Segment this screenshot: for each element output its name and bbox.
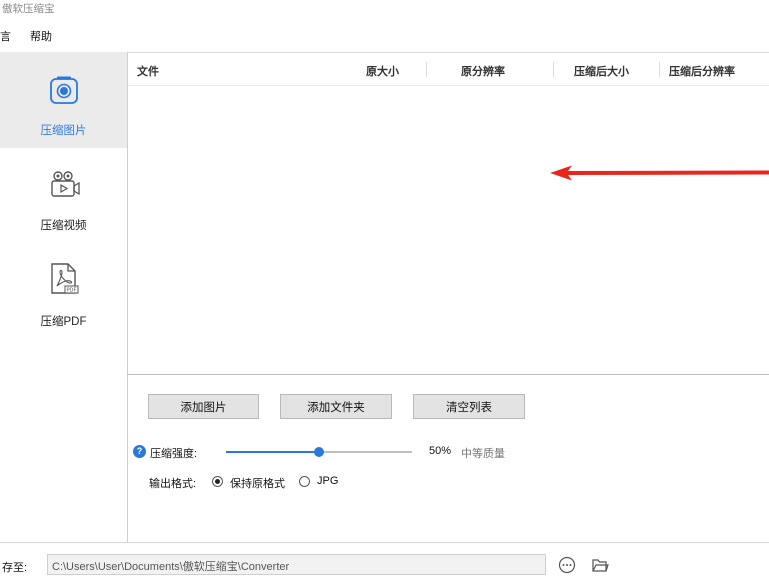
format-option-jpg[interactable]: JPG [317,475,338,487]
list-divider [127,374,769,375]
file-list[interactable] [128,86,769,374]
pdf-compress-icon: PDF [50,263,78,294]
compression-slider-thumb[interactable] [314,447,324,457]
column-separator [659,62,660,77]
sidebar-item-label: 压缩PDF [40,316,87,328]
image-compress-icon [49,76,78,104]
compression-quality: 中等质量 [461,448,505,460]
column-header-compressed-resolution[interactable]: 压缩后分辨率 [669,63,735,79]
column-header-file[interactable]: 文件 [137,63,159,79]
add-folder-button[interactable]: 添加文件夹 [280,394,392,419]
column-separator [426,62,427,77]
help-icon[interactable]: ? [133,445,146,458]
video-compress-icon [50,171,80,197]
menu-item-help[interactable]: 帮助 [30,28,52,44]
format-radio-original[interactable] [212,476,223,487]
svg-text:PDF: PDF [66,288,76,294]
window-title: 傲软压缩宝 [2,3,55,15]
annotation-arrow-icon [550,165,769,181]
menu-item-language[interactable]: 言 [0,28,11,44]
menu-bar: 言 帮助 [0,26,769,44]
sidebar-item-compress-video[interactable]: 压缩视频 [0,148,127,244]
column-header-original-resolution[interactable]: 原分辨率 [461,63,505,79]
file-table-header: 文件 原大小 原分辨率 压缩后大小 压缩后分辨率 [128,53,769,86]
folder-open-icon[interactable] [591,556,609,574]
compression-label: 压缩强度: [150,448,198,460]
column-separator [553,62,554,77]
output-path-field[interactable]: C:\Users\User\Documents\傲软压缩宝\Converter [47,554,546,575]
sidebar-item-compress-image[interactable]: 压缩图片 [0,52,127,148]
bottom-divider [0,542,769,543]
title-bar: 傲软压缩宝 [0,0,769,18]
output-format-label: 输出格式: [149,478,197,490]
column-header-original-size[interactable]: 原大小 [366,63,399,79]
add-images-button[interactable]: 添加图片 [148,394,259,419]
save-to-label: 存至: [2,562,28,574]
compression-slider-fill [226,451,319,453]
column-header-compressed-size[interactable]: 压缩后大小 [574,63,629,79]
sidebar: 压缩图片 压缩视频 PDF 压缩PDF [0,52,127,542]
compression-value: 50% [429,445,452,457]
sidebar-item-label: 压缩图片 [40,125,87,137]
format-radio-jpg[interactable] [299,476,310,487]
format-option-original[interactable]: 保持原格式 [230,475,285,491]
sidebar-item-compress-pdf[interactable]: PDF 压缩PDF [0,244,127,340]
more-options-icon[interactable] [558,556,576,574]
compression-slider[interactable] [226,447,412,457]
sidebar-item-label: 压缩视频 [40,220,87,232]
clear-list-button[interactable]: 清空列表 [413,394,525,419]
